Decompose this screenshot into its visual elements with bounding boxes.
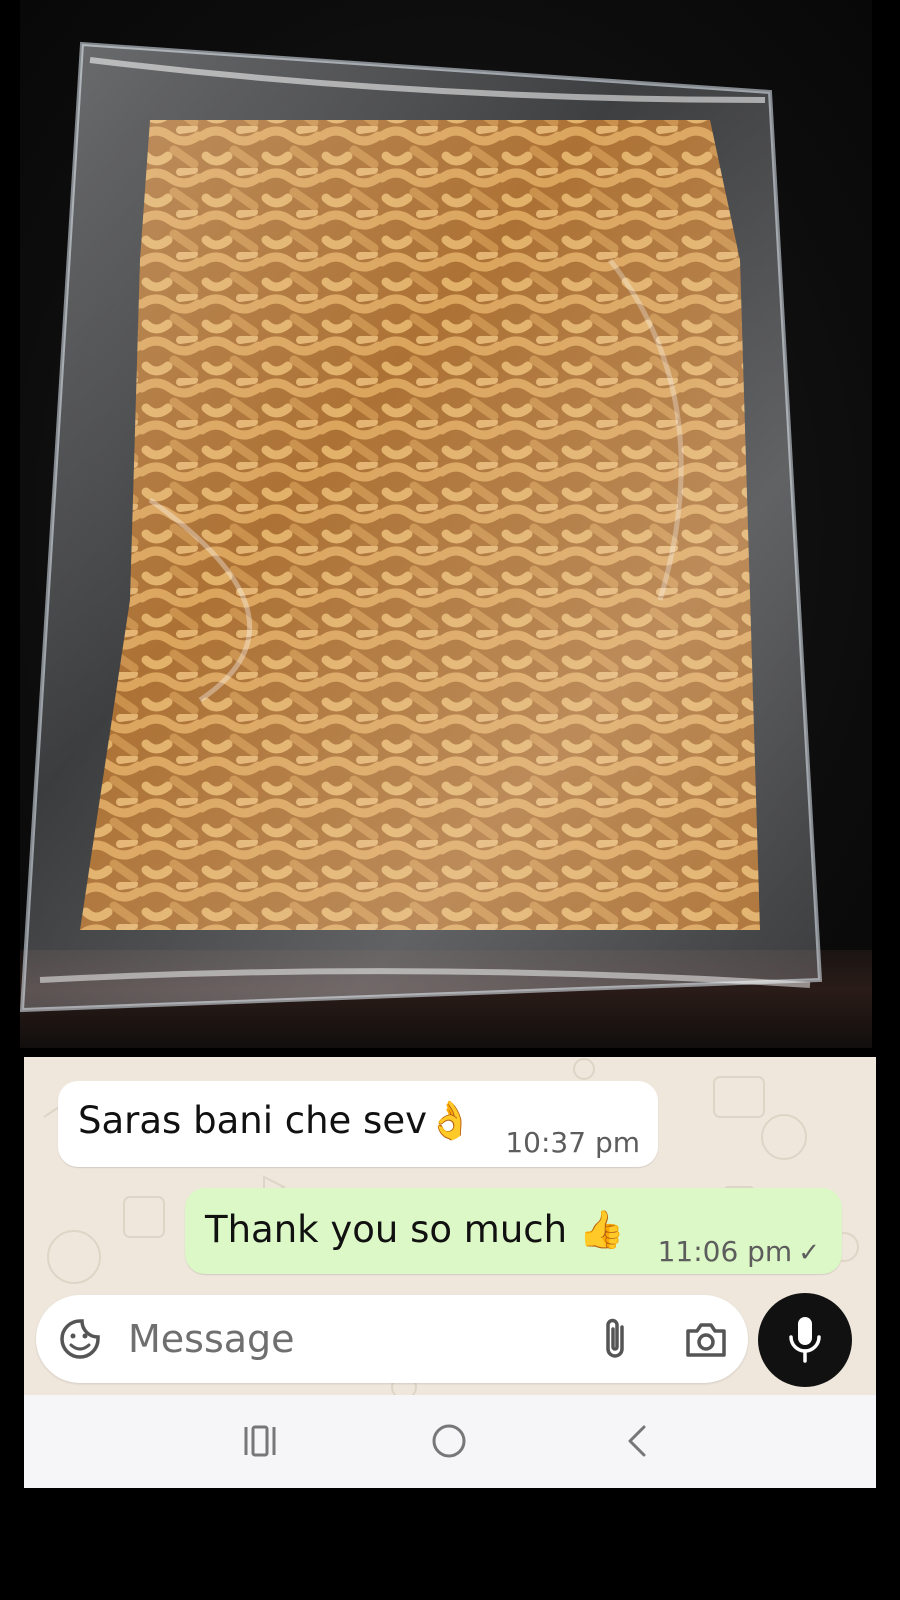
mic-icon xyxy=(789,1317,821,1363)
message-composer[interactable]: Message xyxy=(36,1295,748,1383)
back-icon[interactable] xyxy=(618,1421,658,1461)
message-text: Thank you so much 👍 xyxy=(205,1208,625,1251)
message-time-value: 11:06 pm xyxy=(657,1235,793,1268)
system-navigation-bar xyxy=(24,1395,876,1488)
outgoing-message[interactable]: Thank you so much 👍 11:06 pm ✓ xyxy=(185,1188,842,1274)
message-input[interactable]: Message xyxy=(128,1317,295,1361)
sticker-icon[interactable] xyxy=(58,1317,102,1361)
snack-bag-image xyxy=(20,41,823,1013)
sent-check-icon: ✓ xyxy=(798,1238,820,1268)
message-text: Saras bani che sev👌 xyxy=(78,1099,474,1142)
incoming-message[interactable]: Saras bani che sev👌 10:37 pm xyxy=(58,1081,658,1167)
message-time: 10:37 pm xyxy=(505,1126,640,1159)
chat-area[interactable]: Saras bani che sev👌 10:37 pm Thank you s… xyxy=(24,1057,876,1395)
camera-icon[interactable] xyxy=(684,1319,728,1359)
recents-icon[interactable] xyxy=(240,1421,280,1461)
message-time: 11:06 pm ✓ xyxy=(658,1235,820,1268)
shared-photo[interactable] xyxy=(20,0,872,1048)
home-icon[interactable] xyxy=(429,1421,469,1461)
voice-record-button[interactable] xyxy=(758,1293,852,1387)
attach-icon[interactable] xyxy=(596,1315,636,1363)
